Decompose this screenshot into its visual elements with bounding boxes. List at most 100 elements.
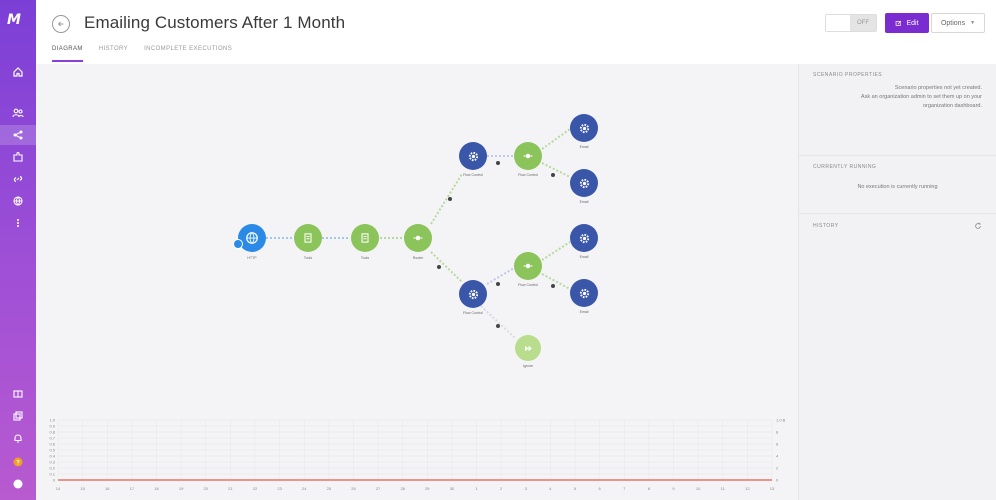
- help-icon[interactable]: ?: [0, 452, 36, 472]
- gear-icon: [579, 288, 589, 298]
- filter-dot: [496, 324, 500, 328]
- y-right-tick-label: 8: [776, 430, 779, 435]
- email-label-4: Email: [579, 310, 589, 314]
- http-icon: [246, 232, 258, 244]
- edit-button[interactable]: Edit: [885, 13, 929, 33]
- back-button[interactable]: [52, 15, 70, 33]
- x-tick-label: 21: [228, 486, 233, 491]
- link-routerB-email4: [541, 273, 571, 290]
- x-tick-label: 15: [80, 486, 85, 491]
- http-label: HTTP: [247, 256, 257, 260]
- scenario-canvas[interactable]: HTTP Tools Tools Router Flow Control Flo…: [36, 64, 798, 414]
- link-routerA-email2: [541, 162, 571, 178]
- y-left-tick-label: 0.4: [49, 454, 55, 459]
- toggle-knob: [826, 15, 850, 31]
- filter-dot: [496, 161, 500, 165]
- link-routerA-email1: [541, 128, 571, 150]
- schedule-clock-icon[interactable]: [233, 239, 243, 249]
- x-tick-label: 12: [745, 486, 750, 491]
- email-module-1[interactable]: [570, 114, 598, 142]
- arrow-left-icon: [57, 21, 64, 27]
- x-tick-label: 16: [105, 486, 110, 491]
- y-right-tick-label: 4: [776, 454, 779, 459]
- flow-router-label-a: Flow Control: [518, 173, 538, 177]
- x-tick-label: 18: [154, 486, 159, 491]
- flow-control-module-1[interactable]: [459, 142, 487, 170]
- filter-dot: [448, 197, 452, 201]
- puzzle-icon[interactable]: [0, 147, 36, 167]
- book-icon[interactable]: [0, 384, 36, 404]
- ignore-module[interactable]: [515, 335, 541, 361]
- make-logo[interactable]: M: [7, 12, 29, 28]
- link-routerB-email3: [541, 241, 571, 261]
- svg-text:?: ?: [16, 460, 20, 466]
- router-icon: [523, 153, 533, 159]
- tools-icon: [304, 233, 312, 243]
- currently-running-heading: CURRENTLY RUNNING: [813, 164, 877, 170]
- y-left-tick-label: 0.7: [49, 436, 55, 441]
- templates-icon[interactable]: [0, 406, 36, 426]
- ignore-label: Ignore: [523, 364, 533, 368]
- bell-icon[interactable]: [0, 428, 36, 448]
- tab-incomplete-executions[interactable]: INCOMPLETE EXECUTIONS: [144, 46, 232, 62]
- team-icon[interactable]: [0, 103, 36, 123]
- flow-control-label-1: Flow Control: [463, 173, 483, 177]
- x-tick-label: 9: [672, 486, 675, 491]
- x-tick-label: 20: [203, 486, 208, 491]
- chevron-down-icon: ▼: [970, 20, 976, 26]
- email-module-3[interactable]: [570, 224, 598, 252]
- gear-icon: [579, 123, 589, 133]
- y-left-tick-label: 0.3: [49, 460, 55, 465]
- email-label-3: Email: [579, 255, 589, 259]
- y-right-tick-label: 1.0 B: [776, 418, 786, 423]
- tools-module-2[interactable]: [351, 224, 379, 252]
- filter-dot: [437, 265, 441, 269]
- toggle-off-label: OFF: [850, 15, 876, 31]
- refresh-icon[interactable]: [974, 222, 982, 230]
- flow-control-module-2[interactable]: [459, 280, 487, 308]
- y-right-tick-label: 0: [776, 478, 779, 483]
- page-title: Emailing Customers After 1 Month: [84, 13, 346, 32]
- x-tick-label: 29: [425, 486, 430, 491]
- x-tick-label: 24: [302, 486, 307, 491]
- x-tick-label: 10: [696, 486, 701, 491]
- flow-router-module-a[interactable]: [514, 142, 542, 170]
- edit-label: Edit: [906, 19, 919, 27]
- email-module-4[interactable]: [570, 279, 598, 307]
- x-tick-label: 11: [721, 486, 726, 491]
- y-left-tick-label: 0.5: [49, 448, 55, 453]
- gear-icon: [579, 233, 589, 243]
- tools-module-1[interactable]: [294, 224, 322, 252]
- globe-icon[interactable]: [0, 191, 36, 211]
- x-tick-label: 30: [450, 486, 455, 491]
- x-tick-label: 25: [327, 486, 332, 491]
- x-tick-label: 7: [623, 486, 626, 491]
- router-module[interactable]: [404, 224, 432, 252]
- x-tick-label: 22: [253, 486, 258, 491]
- tab-history[interactable]: HISTORY: [99, 46, 128, 62]
- x-tick-label: 5: [574, 486, 577, 491]
- x-tick-label: 19: [179, 486, 184, 491]
- x-tick-label: 8: [648, 486, 651, 491]
- home-icon[interactable]: [0, 62, 36, 82]
- options-dropdown[interactable]: Options ▼: [931, 13, 985, 33]
- email-module-2[interactable]: [570, 169, 598, 197]
- tools-icon: [361, 233, 369, 243]
- scenario-tabs: DIAGRAM HISTORY INCOMPLETE EXECUTIONS: [52, 46, 232, 62]
- http-module[interactable]: [238, 224, 266, 252]
- scheduling-toggle[interactable]: OFF: [825, 14, 877, 32]
- execution-chart-svg: 1.00.90.80.70.60.50.40.30.20.101.0 B8642…: [49, 418, 786, 492]
- flow-router-label-b: Flow Control: [518, 283, 538, 287]
- y-left-tick-label: 0.1: [49, 472, 55, 477]
- share-icon[interactable]: [0, 125, 36, 145]
- router-icon: [523, 263, 533, 269]
- router-label: Router: [412, 256, 424, 260]
- gear-icon: [468, 151, 478, 161]
- y-right-tick-label: 2: [776, 466, 779, 471]
- tab-diagram[interactable]: DIAGRAM: [52, 46, 83, 62]
- link-router-flow-bottom: [430, 251, 463, 283]
- link-icon[interactable]: [0, 169, 36, 189]
- more-icon[interactable]: [0, 213, 36, 233]
- flow-router-module-b[interactable]: [514, 252, 542, 280]
- avatar[interactable]: [0, 474, 36, 494]
